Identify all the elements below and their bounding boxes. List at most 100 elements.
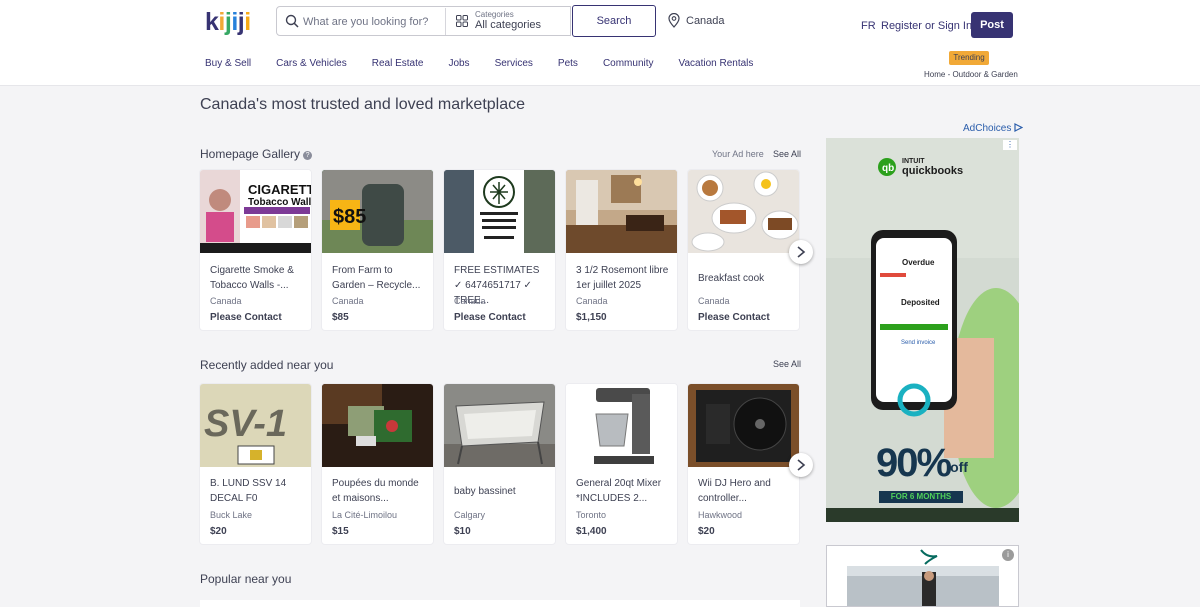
- categories-grid-icon: [456, 15, 468, 27]
- recent-card[interactable]: Poupées du monde et maisons... La Cité-L…: [322, 384, 433, 544]
- nav-services[interactable]: Services: [495, 58, 533, 69]
- listing-image: [444, 384, 555, 467]
- adchoices-icon: [1014, 123, 1024, 132]
- gallery-card[interactable]: 3 1/2 Rosemont libre 1er juillet 2025 Ca…: [566, 170, 677, 330]
- gallery-see-all-link[interactable]: See All: [773, 149, 801, 159]
- listing-price: Please Contact: [210, 312, 282, 323]
- svg-text:Tobacco Wall: Tobacco Wall: [248, 197, 311, 208]
- search-button[interactable]: Search: [572, 5, 656, 37]
- category-nav: Buy & Sell Cars & Vehicles Real Estate J…: [205, 58, 778, 69]
- gallery-next-button[interactable]: [789, 240, 813, 264]
- ad-send-invoice: Send invoice: [901, 340, 936, 346]
- trending-link[interactable]: Home - Outdoor & Garden: [924, 70, 1018, 79]
- listing-price: $1,150: [576, 312, 607, 323]
- ad-info-icon[interactable]: ⋮: [1003, 140, 1017, 150]
- listing-price: $15: [332, 526, 349, 537]
- listing-title[interactable]: Poupées du monde et maisons...: [332, 476, 428, 506]
- listing-image: [688, 170, 799, 253]
- ad-overdue-label: Overdue: [902, 258, 935, 267]
- listing-location: Canada: [698, 296, 730, 306]
- location-pin-icon: [668, 13, 680, 28]
- ad-brand-top: INTUIT: [902, 158, 925, 165]
- nav-vacation-rentals[interactable]: Vacation Rentals: [679, 58, 754, 69]
- ad-close-icon[interactable]: i: [1002, 549, 1014, 561]
- recent-next-button[interactable]: [789, 453, 813, 477]
- listing-title[interactable]: Wii DJ Hero and controller...: [698, 476, 794, 506]
- nav-community[interactable]: Community: [603, 58, 654, 69]
- divider: [445, 8, 446, 35]
- adchoices-link[interactable]: AdChoices: [963, 123, 1024, 134]
- listing-title[interactable]: baby bassinet: [454, 484, 550, 499]
- page-headline: Canada's most trusted and loved marketpl…: [200, 96, 526, 113]
- chevron-right-icon: [797, 459, 806, 471]
- gallery-title: Homepage Gallery: [200, 147, 301, 161]
- svg-text:CIGARETT: CIGARETT: [248, 182, 311, 197]
- listing-title[interactable]: Breakfast cook: [698, 271, 794, 286]
- listing-image: [688, 384, 799, 467]
- listing-image: $85: [322, 170, 433, 253]
- language-toggle[interactable]: FR: [861, 20, 876, 32]
- recent-card[interactable]: SV-1 B. LUND SSV 14 DECAL F0 Buck Lake $…: [200, 384, 311, 544]
- listing-location: Calgary: [454, 510, 486, 520]
- categories-label: Categories: [475, 10, 514, 19]
- listing-price: $10: [454, 526, 471, 537]
- svg-text:SV-1: SV-1: [204, 403, 287, 445]
- gallery-card[interactable]: $85 From Farm to Garden – Recycle... Can…: [322, 170, 433, 330]
- airline-advertisement[interactable]: i: [826, 545, 1019, 607]
- recent-card[interactable]: baby bassinet Calgary $10: [444, 384, 555, 544]
- listing-image: CIGARETT Tobacco Wall: [200, 170, 311, 253]
- listing-title[interactable]: Cigarette Smoke & Tobacco Walls -...: [210, 263, 306, 293]
- gallery-section-title: Homepage Gallery?: [200, 147, 313, 161]
- listing-location: La Cité-Limoilou: [332, 510, 398, 520]
- listing-location: Toronto: [576, 510, 607, 520]
- listing-title[interactable]: B. LUND SSV 14 DECAL F0: [210, 476, 306, 506]
- your-ad-here-link[interactable]: Your Ad here: [712, 149, 764, 159]
- recent-card[interactable]: General 20qt Mixer *INCLUDES 2... Toront…: [566, 384, 677, 544]
- gallery-card[interactable]: Breakfast cook Canada Please Contact: [688, 170, 799, 330]
- nav-jobs[interactable]: Jobs: [448, 58, 469, 69]
- adchoices-label: AdChoices: [963, 123, 1012, 134]
- listing-title[interactable]: 3 1/2 Rosemont libre 1er juillet 2025: [576, 263, 672, 293]
- post-ad-button[interactable]: Post: [971, 12, 1013, 38]
- nav-cars-vehicles[interactable]: Cars & Vehicles: [276, 58, 347, 69]
- categories-dropdown[interactable]: All categories: [475, 19, 541, 31]
- popular-cards-strip: [200, 600, 800, 607]
- listing-image: [444, 170, 555, 253]
- nav-real-estate[interactable]: Real Estate: [372, 58, 424, 69]
- listing-location: Canada: [210, 296, 242, 306]
- ad-brand: quickbooks: [902, 165, 964, 177]
- listing-price: $20: [210, 526, 227, 537]
- search-bar: Categories All categories: [276, 6, 571, 36]
- recent-see-all-link[interactable]: See All: [773, 359, 801, 369]
- quickbooks-advertisement[interactable]: qb INTUIT quickbooks Overdue Deposited S…: [826, 138, 1019, 522]
- register-signin-link[interactable]: Register or Sign In: [881, 20, 972, 32]
- popular-section-title: Popular near you: [200, 572, 292, 586]
- listing-location: Canada: [576, 296, 608, 306]
- svg-text:qb: qb: [882, 163, 894, 174]
- recent-card[interactable]: Wii DJ Hero and controller... Hawkwood $…: [688, 384, 799, 544]
- nav-buy-sell[interactable]: Buy & Sell: [205, 58, 251, 69]
- listing-image: [566, 170, 677, 253]
- listing-price: $1,400: [576, 526, 607, 537]
- trending-badge: Trending: [949, 51, 989, 65]
- nav-pets[interactable]: Pets: [558, 58, 578, 69]
- listing-price: $85: [332, 312, 349, 323]
- ad-deposited-label: Deposited: [901, 298, 940, 307]
- help-icon[interactable]: ?: [303, 151, 313, 160]
- ad-offer-percent: 90%off: [876, 443, 968, 487]
- recent-section-title: Recently added near you: [200, 358, 334, 372]
- listing-title[interactable]: From Farm to Garden – Recycle...: [332, 263, 428, 293]
- listing-location: Hawkwood: [698, 510, 743, 520]
- listing-title[interactable]: General 20qt Mixer *INCLUDES 2...: [576, 476, 672, 506]
- ad-offer-value: 90%: [876, 441, 952, 485]
- chevron-right-icon: [797, 246, 806, 258]
- gallery-card[interactable]: FREE ESTIMATES ✓ 6474651717 ✓ TREE... Ca…: [444, 170, 555, 330]
- listing-price: Please Contact: [698, 312, 770, 323]
- gallery-card[interactable]: CIGARETT Tobacco Wall Cigarette Smoke & …: [200, 170, 311, 330]
- listing-price: $20: [698, 526, 715, 537]
- kijiji-logo[interactable]: kijiji: [205, 6, 255, 38]
- location-selector[interactable]: Canada: [686, 15, 725, 27]
- search-icon: [285, 14, 299, 28]
- listing-location: Canada: [454, 296, 486, 306]
- search-input[interactable]: [303, 12, 443, 32]
